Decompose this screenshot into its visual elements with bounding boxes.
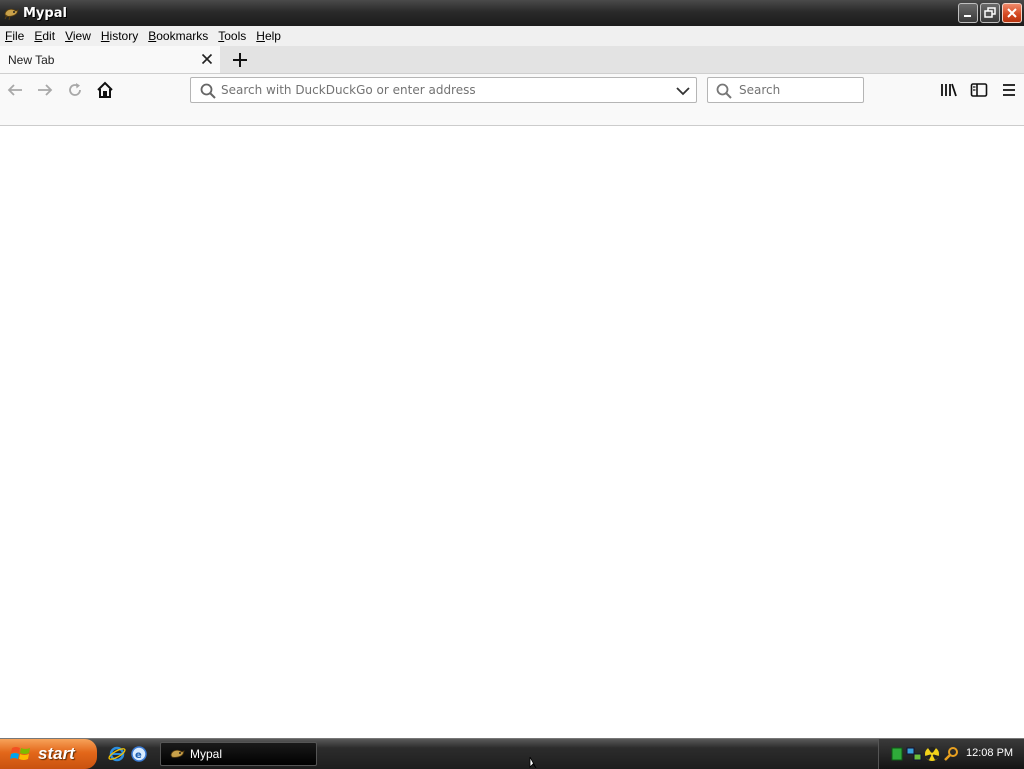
menu-mnemonic: V [65,29,73,43]
menu-label: istory [109,29,139,43]
search-icon[interactable] [943,746,959,762]
url-input[interactable] [221,80,661,100]
taskbar: start e Mypal 12:08 PM [0,738,1024,769]
menu-edit[interactable]: Edit [29,26,60,46]
navigation-toolbar [0,74,1024,126]
radiation-icon[interactable] [924,746,940,762]
page-content[interactable] [0,126,1024,738]
mouse-cursor-icon [529,757,537,768]
mypal-icon [169,746,185,762]
menu-tools[interactable]: Tools [213,26,251,46]
system-tray: 12:08 PM [878,739,1024,769]
library-button[interactable] [938,80,960,100]
menu-label: elp [264,29,281,43]
minimize-button[interactable] [958,3,978,23]
task-label: Mypal [190,747,223,761]
restore-icon [984,7,996,18]
tab-close-button[interactable] [200,52,214,66]
start-button[interactable]: start [0,739,97,769]
menu-bookmarks[interactable]: Bookmarks [143,26,213,46]
tab-label: New Tab [8,52,55,67]
menu-history[interactable]: History [96,26,143,46]
outlook-express-icon[interactable]: e [130,745,148,763]
main-menu-button[interactable] [998,80,1020,100]
sidebar-button[interactable] [968,80,990,100]
windows-flag-icon [10,747,30,760]
back-arrow-icon [7,84,22,96]
home-icon [97,81,113,98]
window-title-bar[interactable]: Mypal [0,0,1024,27]
menu-label: ools [224,29,247,43]
taskbar-mypal-button[interactable]: Mypal [160,742,317,766]
sidebar-icon [970,83,988,97]
url-bar[interactable] [190,77,697,103]
menu-mnemonic: H [256,29,265,43]
minimize-icon [964,15,971,17]
network-icon[interactable] [906,746,922,762]
menu-bar: File Edit View History Bookmarks Tools H… [0,26,1024,46]
new-tab-button[interactable] [230,50,250,70]
search-bar[interactable] [707,77,864,103]
search-input[interactable] [739,80,857,100]
chevron-down-icon [676,87,690,96]
menu-label: iew [72,29,91,43]
clock: 12:08 PM [966,747,1014,759]
close-button[interactable] [1002,3,1022,23]
green-status-icon[interactable] [889,746,905,762]
home-button[interactable] [94,80,116,100]
search-icon [716,83,732,99]
reload-button[interactable] [64,80,86,100]
forward-arrow-icon [38,84,53,96]
svg-text:e: e [135,750,142,761]
url-dropdown-button[interactable] [674,82,692,100]
menu-label: ookmarks [156,29,209,43]
library-icon [941,83,957,97]
hamburger-menu-icon [1003,84,1015,96]
forward-button[interactable] [34,80,56,100]
back-button[interactable] [4,80,26,100]
close-icon [201,53,213,65]
internet-explorer-icon[interactable] [108,745,126,763]
tab-strip: New Tab [0,46,1024,74]
menu-view[interactable]: View [60,26,96,46]
menu-label: dit [42,29,56,43]
close-icon [1007,8,1017,18]
menu-help[interactable]: Help [251,26,286,46]
plus-icon [233,53,247,67]
start-label: start [38,744,75,763]
reload-icon [69,83,81,96]
mypal-icon [3,5,19,21]
menu-mnemonic: H [100,29,110,43]
menu-file[interactable]: File [0,26,29,46]
window-title: Mypal [23,5,67,21]
tab-new-tab[interactable]: New Tab [0,46,220,73]
restore-button[interactable] [980,3,1000,23]
menu-label: ile [12,29,25,43]
search-icon [200,83,216,99]
